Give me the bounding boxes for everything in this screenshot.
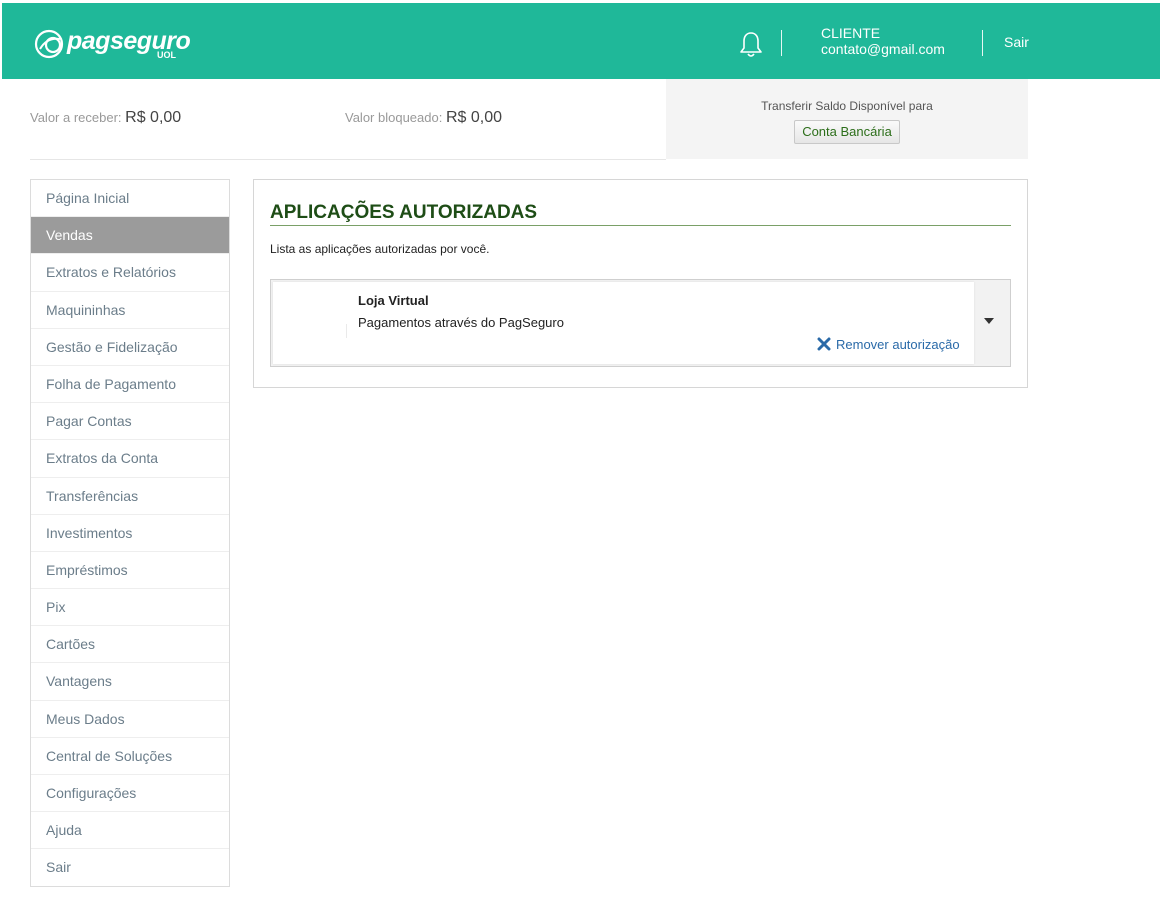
sidebar-item[interactable]: Maquininhas <box>31 292 229 329</box>
blocked-value: R$ 0,00 <box>445 109 503 126</box>
sidebar-item[interactable]: Central de Soluções <box>31 738 229 775</box>
logo-sub: UOL <box>157 50 176 60</box>
pagseguro-logo-icon <box>34 29 64 59</box>
bank-account-button[interactable]: Conta Bancária <box>794 120 900 144</box>
header-separator <box>982 30 983 56</box>
sidebar-menu: Página Inicial Vendas Extratos e Relatório… <box>30 179 230 887</box>
remove-authorization-link[interactable]: Remover autorização <box>817 337 960 352</box>
sidebar-item[interactable]: Configurações <box>31 775 229 813</box>
receivable-value: R$ 0,00 <box>125 109 182 126</box>
page-title: APLICAÇÕES AUTORIZADAS <box>270 202 538 223</box>
sidebar-item[interactable]: Sair <box>31 849 229 886</box>
sidebar-item[interactable]: Pix <box>31 589 229 627</box>
sidebar-item[interactable]: Cartões <box>31 626 229 664</box>
app-name: Loja Virtual <box>358 293 429 308</box>
top-header: pagseguro UOL CLIENTE contato@gmail.com … <box>2 3 1160 79</box>
caret-down-icon[interactable] <box>983 316 995 326</box>
app-card: Loja Virtual Pagamentos através do PagSe… <box>270 279 1011 367</box>
transfer-label: Transferir Saldo Disponível para <box>761 99 933 113</box>
bell-icon[interactable] <box>738 30 764 58</box>
close-x-icon <box>817 337 831 351</box>
sidebar-item[interactable]: Ajuda <box>31 812 229 850</box>
sidebar-item[interactable]: Extratos da Conta <box>31 440 229 478</box>
header-separator <box>781 30 782 56</box>
sidebar-item[interactable]: Empréstimos <box>31 552 229 590</box>
receivable-label: Valor a receber: <box>30 110 122 125</box>
sidebar-item[interactable]: Meus Dados <box>31 701 229 738</box>
sidebar-item[interactable]: Extratos e Relatórios <box>31 254 229 292</box>
logout-link[interactable]: Sair <box>1004 34 1029 50</box>
remove-authorization-label: Remover autorização <box>836 337 960 352</box>
sidebar-item[interactable]: Página Inicial <box>31 180 229 218</box>
sidebar-item[interactable]: Folha de Pagamento <box>31 366 229 404</box>
app-description: Pagamentos através do PagSeguro <box>358 315 564 330</box>
app-thumbnail <box>346 324 347 338</box>
blocked-label: Valor bloqueado: <box>345 110 443 125</box>
blocked-balance: Valor bloqueado: R$ 0,00 <box>345 109 502 127</box>
sidebar-item[interactable]: Gestão e Fidelização <box>31 329 229 366</box>
page-description: Lista as aplicações autorizadas por você… <box>270 242 490 256</box>
transfer-box: Transferir Saldo Disponível para Conta B… <box>666 79 1028 159</box>
sidebar-item[interactable]: Pagar Contas <box>31 403 229 441</box>
sidebar-item[interactable]: Investimentos <box>31 515 229 552</box>
balance-summary: Valor a receber: R$ 0,00 Valor bloqueado… <box>30 79 666 160</box>
client-label: CLIENTE <box>821 25 881 41</box>
client-email: contato@gmail.com <box>821 41 945 57</box>
title-divider <box>270 225 1011 226</box>
sidebar-item[interactable]: Vendas <box>31 217 229 255</box>
authorized-apps-panel: APLICAÇÕES AUTORIZADAS Lista as aplicaçõ… <box>253 179 1028 388</box>
receivable-balance: Valor a receber: R$ 0,00 <box>30 109 181 127</box>
sidebar-item[interactable]: Transferências <box>31 478 229 515</box>
sidebar-item[interactable]: Vantagens <box>31 663 229 701</box>
app-card-content: Loja Virtual Pagamentos através do PagSe… <box>273 282 974 364</box>
